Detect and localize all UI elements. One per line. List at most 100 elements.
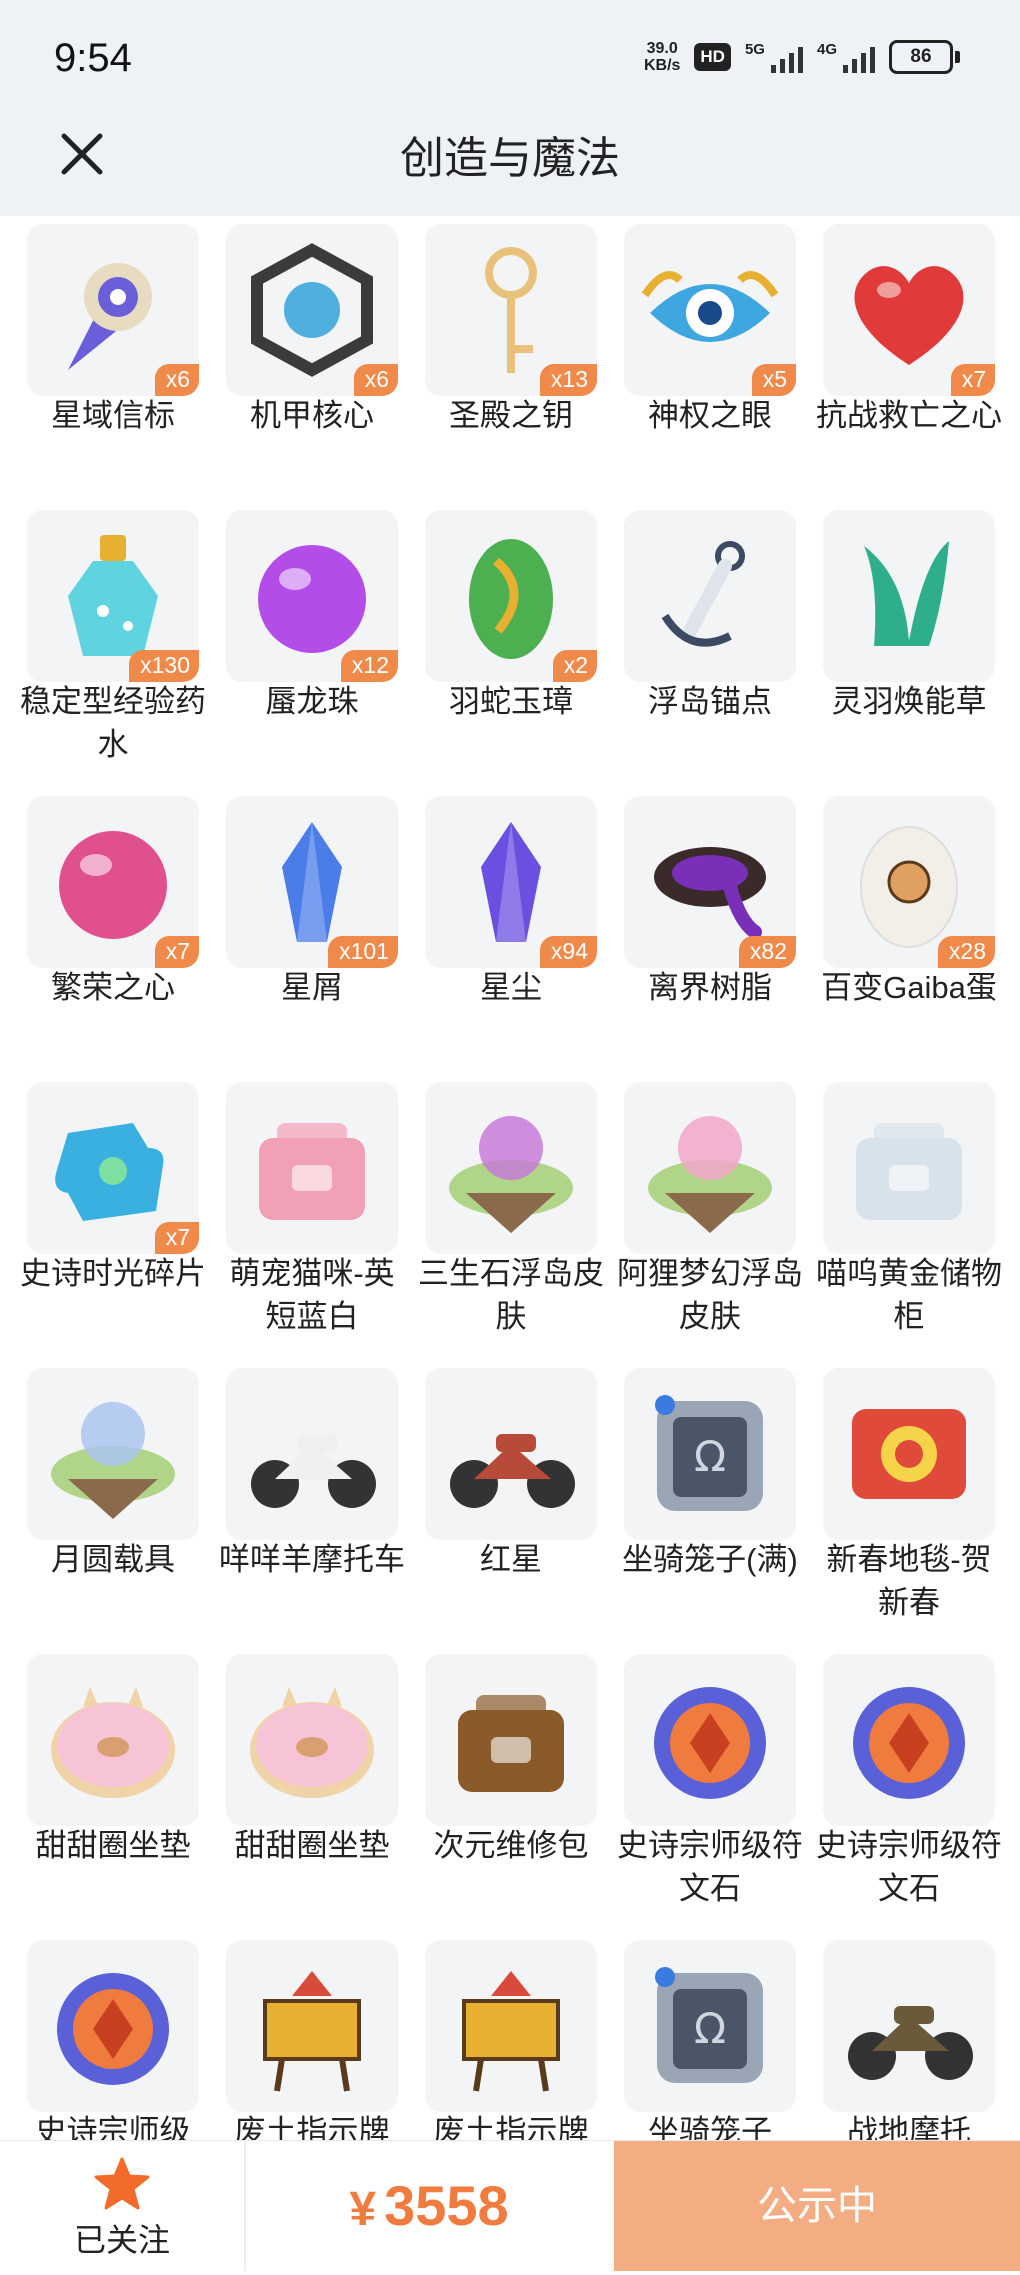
egg-icon [860, 826, 958, 948]
item-name: 甜甜圈坐垫 [35, 1828, 191, 1863]
grid-item[interactable]: x101 星屑 [199, 788, 398, 1074]
grid-item[interactable]: 甜甜圈坐垫 [0, 1646, 199, 1932]
follow-button[interactable]: 已关注 [0, 2141, 244, 2271]
grid-item[interactable]: x82 离界树脂 [597, 788, 796, 1074]
cat-cabinet-icon [856, 1123, 962, 1220]
item-thumbnail: x12 [226, 510, 398, 682]
grid-item[interactable]: 灵羽焕能草 [796, 502, 995, 788]
item-name: 坐骑笼子(满) [622, 1542, 798, 1577]
grid-item[interactable]: x6 机甲核心 [199, 216, 398, 502]
item-name: 史诗宗师级 [35, 2114, 191, 2140]
dream-island-icon [648, 1116, 772, 1233]
item-name: 红星 [480, 1542, 542, 1577]
signal-4g-icon: 4G [817, 41, 875, 73]
item-quantity-badge: x6 [154, 364, 199, 396]
signal-4g-label: 4G [816, 41, 837, 58]
motorcycle-icon [450, 1434, 575, 1508]
item-quantity-badge: x82 [738, 936, 796, 968]
item-thumbnail: x6 [27, 224, 199, 396]
item-name: 抗战救亡之心 [816, 398, 1002, 433]
repair-bag-icon [458, 1695, 564, 1792]
item-thumbnail [425, 1654, 597, 1826]
item-thumbnail: x7 [27, 796, 199, 968]
floating-island-icon [449, 1116, 573, 1233]
grid-item[interactable]: 史诗宗师级 [0, 1932, 199, 2140]
item-quantity-badge: x7 [950, 364, 995, 396]
public-notice-button[interactable]: 公示中 [614, 2141, 1020, 2271]
grid-item[interactable]: x94 星尘 [398, 788, 597, 1074]
item-name: 繁荣之心 [51, 970, 175, 1005]
grid-item[interactable]: 红星 [398, 1360, 597, 1646]
page-title: 创造与魔法 [400, 134, 620, 183]
grid-item[interactable]: 咩咩羊摩托车 [199, 1360, 405, 1646]
grid-item[interactable]: Ω 坐骑笼子(满) [597, 1360, 798, 1646]
grid-item[interactable]: 新春地毯-贺新春 [796, 1360, 995, 1646]
puzzle-piece-icon [55, 1123, 164, 1221]
mount-cage-icon: Ω [655, 1395, 763, 1511]
cat-house-icon [259, 1123, 365, 1220]
grid-item[interactable]: x13 圣殿之钥 [398, 216, 597, 502]
grid-item[interactable]: x7 抗战救亡之心 [796, 216, 1002, 502]
grid-item[interactable]: 浮岛锚点 [597, 502, 796, 788]
grid-item[interactable]: x2 羽蛇玉璋 [398, 502, 597, 788]
grid-item[interactable]: Ω 坐骑笼子 [597, 1932, 796, 2140]
battery-level: 86 [889, 40, 953, 74]
spring-rug-icon [852, 1409, 966, 1499]
item-thumbnail [27, 1654, 199, 1826]
grid-item[interactable]: 史诗宗师级符文石 [796, 1646, 1002, 1932]
item-name: 喵呜黄金储物柜 [816, 1256, 1002, 1334]
jade-tablet-icon [469, 539, 553, 659]
item-name: 月圆载具 [51, 1542, 175, 1577]
item-name: 废土指示牌 [433, 2114, 589, 2140]
item-quantity-badge: x6 [353, 364, 398, 396]
item-grid: x6 星域信标 x6 机甲核心 x13 圣殿之钥 x5 神权之眼 x7 抗战救亡之心 x130 稳定型… [0, 216, 1020, 2140]
item-quantity-badge: x28 [937, 936, 995, 968]
rune-stone-icon [853, 1687, 965, 1799]
grid-item[interactable]: 甜甜圈坐垫 [199, 1646, 398, 1932]
item-quantity-badge: x13 [539, 364, 597, 396]
grid-item[interactable]: 喵呜黄金储物柜 [796, 1074, 1002, 1360]
grid-item[interactable]: x5 神权之眼 [597, 216, 796, 502]
item-quantity-badge: x7 [154, 1222, 199, 1254]
grid-item[interactable]: x130 稳定型经验药水 [0, 502, 206, 788]
rune-stone-icon [654, 1687, 766, 1799]
status-icons: 39.0 KB/s HD 5G 4G 86 [644, 40, 960, 74]
item-name: 灵羽焕能草 [831, 684, 987, 719]
item-quantity-badge: x101 [328, 936, 398, 968]
header: 创造与魔法 [0, 110, 1020, 216]
battery-icon: 86 [889, 40, 960, 74]
grid-item[interactable]: x28 百变Gaiba蛋 [796, 788, 997, 1074]
grid-item[interactable]: 次元维修包 [398, 1646, 597, 1932]
war-motorcycle-icon [848, 2006, 973, 2080]
grid-item[interactable]: x7 史诗时光碎片 [0, 1074, 206, 1360]
grid-item[interactable]: 萌宠猫咪-英短蓝白 [199, 1074, 398, 1360]
status-bar: 9:54 39.0 KB/s HD 5G 4G 86 [0, 0, 1020, 110]
grid-item[interactable]: x12 蜃龙珠 [199, 502, 398, 788]
item-quantity-badge: x130 [129, 650, 199, 682]
grid-item[interactable]: 史诗宗师级符文石 [597, 1646, 803, 1932]
item-name: 星屑 [281, 970, 343, 1005]
donut-cushion-icon [250, 1687, 374, 1798]
grid-item[interactable]: 废土指示牌 [398, 1932, 597, 2140]
rune-stone-icon [57, 1973, 169, 2085]
grid-item[interactable]: 月圆载具 [0, 1360, 199, 1646]
grid-item[interactable]: 战地摩托 [796, 1932, 995, 2140]
item-name: 离界树脂 [648, 970, 772, 1005]
item-name: 咩咩羊摩托车 [219, 1542, 405, 1577]
star-beacon-icon [68, 263, 152, 370]
cloud-moon-icon [51, 1402, 175, 1519]
item-quantity-badge: x7 [154, 936, 199, 968]
item-quantity-badge: x94 [539, 936, 597, 968]
item-thumbnail [624, 1082, 796, 1254]
grid-item[interactable]: 阿狸梦幻浮岛皮肤 [597, 1074, 803, 1360]
item-quantity-badge: x2 [552, 650, 597, 682]
grid-item[interactable]: 废土指示牌 [199, 1932, 398, 2140]
grid-item[interactable]: x7 繁荣之心 [0, 788, 199, 1074]
grid-item[interactable]: 三生石浮岛皮肤 [398, 1074, 604, 1360]
item-thumbnail: x82 [624, 796, 796, 968]
item-thumbnail: x5 [624, 224, 796, 396]
item-name: 星域信标 [51, 398, 175, 433]
grid-item[interactable]: x6 星域信标 [0, 216, 199, 502]
hd-badge: HD [694, 43, 731, 71]
price: ¥3558 [246, 2141, 612, 2271]
